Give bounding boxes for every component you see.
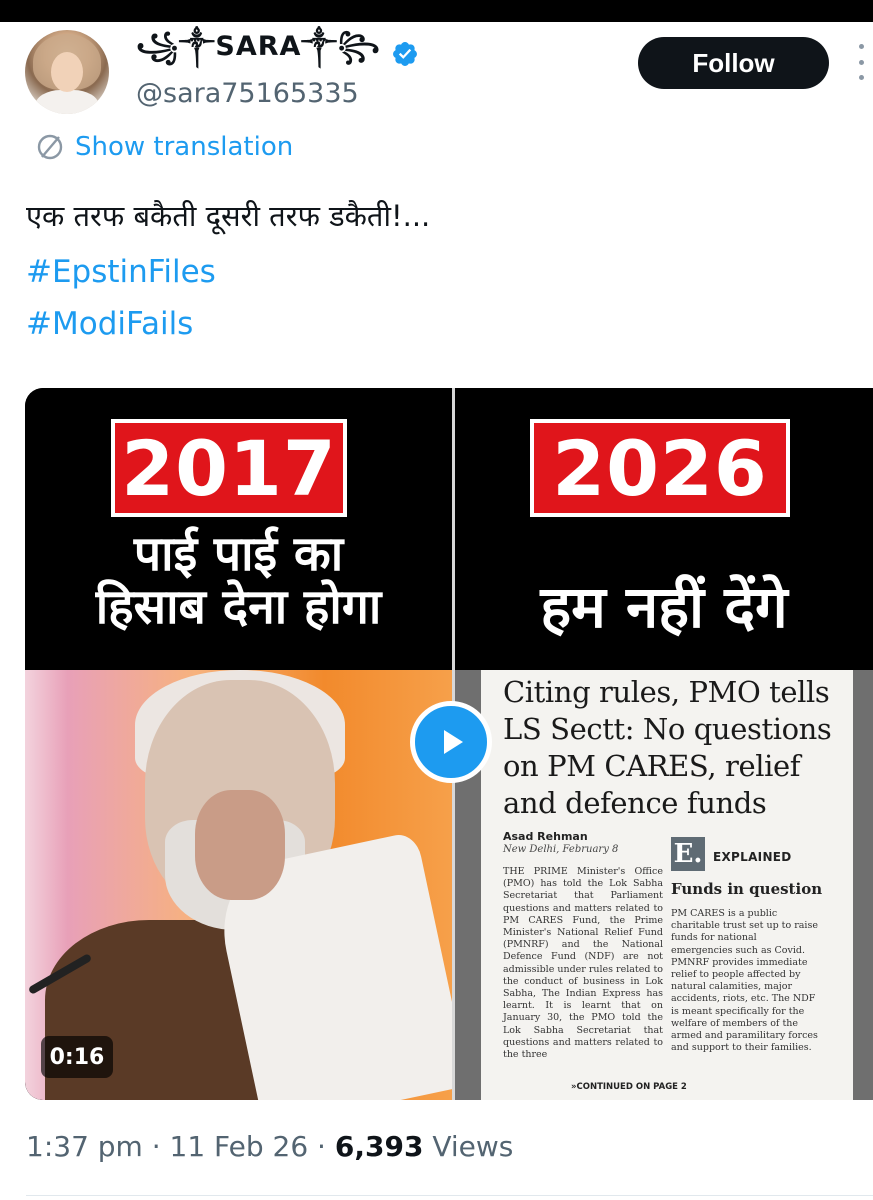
news-continued: »CONTINUED ON PAGE 2 — [571, 1082, 687, 1092]
news-body: THE PRIME Minister's Office (PMO) has to… — [503, 866, 664, 1061]
caption-right: हम नहीं देंगे — [540, 573, 788, 641]
follow-button[interactable]: Follow — [638, 37, 829, 89]
newspaper-clipping: Citing rules, PMO tells LS Sectt: No que… — [455, 670, 873, 1100]
verified-badge-icon — [392, 42, 417, 66]
news-dateline: New Delhi, February 8 — [503, 844, 619, 855]
video-media[interactable]: 2017 पाई पाई का हिसाब देना होगा 0:16 202… — [25, 388, 873, 1100]
hashtag-link[interactable]: #EpstinFiles — [26, 254, 216, 290]
show-translation-label[interactable]: Show translation — [75, 132, 293, 162]
year-label: 2026 — [530, 419, 790, 517]
explained-label: EXPLAINED — [713, 850, 792, 864]
tweet-text: एक तरफ बकैती दूसरी तरफ डकैती!... — [26, 199, 431, 233]
timestamp[interactable]: 1:37 pm · 11 Feb 26 · — [26, 1130, 335, 1163]
hashtag-link[interactable]: #ModiFails — [26, 306, 193, 342]
sidebar-body: PM CARES is a public charitable trust se… — [671, 908, 818, 1054]
translate-icon — [37, 134, 63, 160]
explained-logo: E. — [671, 837, 705, 871]
views-count: 6,393 — [334, 1130, 424, 1163]
show-translation-link[interactable]: Show translation — [34, 131, 293, 163]
year-label: 2017 — [111, 419, 347, 517]
sidebar-title: Funds in question — [671, 880, 823, 898]
tweet-meta: 1:37 pm · 11 Feb 26 · 6,393 Views — [26, 1130, 513, 1163]
caption-left: पाई पाई का हिसाब देना होगा — [95, 526, 382, 635]
views-label: Views — [423, 1130, 514, 1163]
play-icon — [444, 730, 463, 754]
news-author: Asad Rehman — [503, 830, 588, 843]
divider — [26, 1195, 873, 1196]
more-vertical-icon[interactable] — [853, 44, 869, 80]
media-right-panel: 2026 हम नहीं देंगे Citing rules, PMO tel… — [455, 388, 873, 1100]
author-handle[interactable]: @sara75165335 — [136, 78, 359, 109]
video-duration: 0:16 — [41, 1036, 113, 1078]
author-name-row[interactable]: ꧁༒SARA༒꧂ — [136, 31, 419, 76]
avatar[interactable] — [25, 30, 109, 114]
status-bar — [0, 0, 873, 22]
news-headline: Citing rules, PMO tells LS Sectt: No que… — [503, 675, 832, 820]
media-left-panel: 2017 पाई पाई का हिसाब देना होगा 0:16 — [25, 388, 452, 1100]
play-button[interactable] — [410, 701, 492, 783]
